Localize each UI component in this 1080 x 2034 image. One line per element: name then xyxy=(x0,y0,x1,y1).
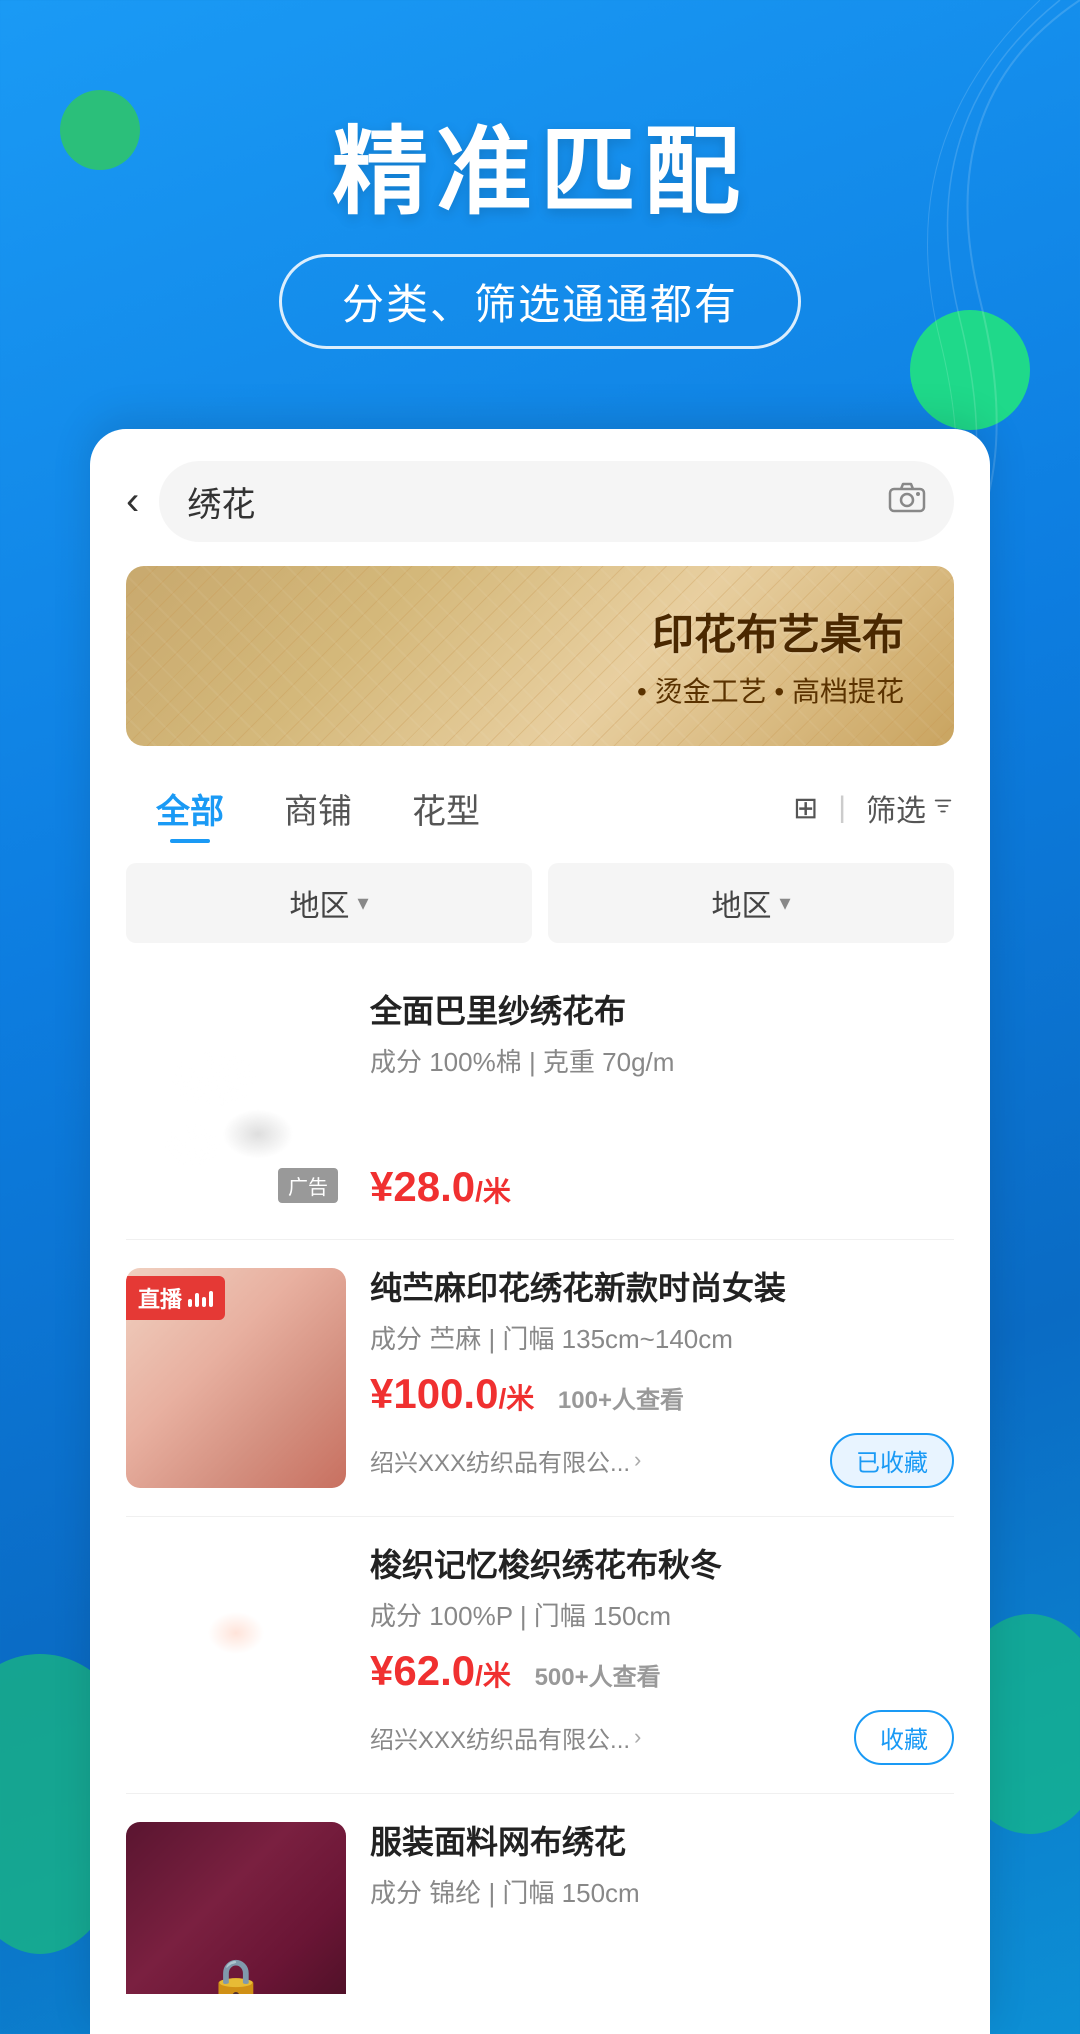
bar-2 xyxy=(195,1293,199,1307)
tab-shop[interactable]: 商铺 xyxy=(254,774,382,843)
product-info-4: 服装面料网布绣花 成分 锦纶 | 门幅 150cm ¥15.0/米 xyxy=(370,1822,954,1994)
tabs-right-controls: ⊞ | 筛选 xyxy=(793,786,954,830)
filter-button[interactable]: 筛选 xyxy=(866,786,954,830)
filter-icon xyxy=(932,791,954,825)
main-card: ‹ 绣花 印花布艺桌布 • 烫金工艺 • 高档提花 全部 商铺 xyxy=(90,429,990,2034)
promo-banner[interactable]: 印花布艺桌布 • 烫金工艺 • 高档提花 xyxy=(126,566,954,746)
product-info-1: 全面巴里纱绣花布 成分 100%棉 | 克重 70g/m ¥28.0/米 xyxy=(370,991,954,1211)
live-badge-2: 直播 xyxy=(126,1276,225,1320)
banner-title: 印花布艺桌布 xyxy=(637,601,904,662)
product-info-3: 梭织记忆梭织绣花布秋冬 成分 100%P | 门幅 150cm ¥62.0/米 … xyxy=(370,1545,954,1765)
tab-bar: 全部 商铺 花型 ⊞ | 筛选 xyxy=(90,774,990,863)
bar-4 xyxy=(209,1291,213,1307)
price-value-2: ¥100.0 xyxy=(370,1370,498,1417)
search-bar: ‹ 绣花 xyxy=(90,429,990,566)
region-filter-left[interactable]: 地区 ▾ xyxy=(126,863,532,943)
tab-pattern[interactable]: 花型 xyxy=(382,774,510,843)
product-name-2: 纯苎麻印花绣花新款时尚女装 xyxy=(370,1268,954,1310)
product-image-4[interactable]: 🔒 xyxy=(126,1822,346,1994)
live-text: 直播 xyxy=(138,1282,182,1314)
banner-subtitle: • 烫金工艺 • 高档提花 xyxy=(637,670,904,710)
shop-name-3[interactable]: 绍兴XXX纺织品有限公... › xyxy=(370,1720,641,1755)
product-name-1: 全面巴里纱绣花布 xyxy=(370,991,954,1033)
shop-arrow-3: › xyxy=(634,1724,641,1750)
product-item-1: 广告 全面巴里纱绣花布 成分 100%棉 | 克重 70g/m ¥28.0/米 xyxy=(126,963,954,1240)
back-button[interactable]: ‹ xyxy=(126,481,139,521)
camera-icon[interactable] xyxy=(888,480,926,523)
live-bars-icon xyxy=(188,1289,213,1307)
price-value-3: ¥62.0 xyxy=(370,1647,475,1694)
product-item-2: 直播 纯苎麻印花绣花新款时尚女装 成分 苎麻 | 门幅 135cm~140cm xyxy=(126,1240,954,1517)
price-value-1: ¥28.0 xyxy=(370,1163,475,1210)
product-price-3: ¥62.0/米 500+人查看 xyxy=(370,1647,954,1695)
product-views-3: 500+人查看 xyxy=(535,1664,661,1691)
region-filter-right[interactable]: 地区 ▾ xyxy=(548,863,954,943)
search-query: 绣花 xyxy=(187,477,872,526)
banner-text: 印花布艺桌布 • 烫金工艺 • 高档提花 xyxy=(637,601,904,710)
product-item-3: 梭织记忆梭织绣花布秋冬 成分 100%P | 门幅 150cm ¥62.0/米 … xyxy=(126,1517,954,1794)
product-footer-2: 绍兴XXX纺织品有限公... › 已收藏 xyxy=(370,1433,954,1488)
region-filter-bar: 地区 ▾ 地区 ▾ xyxy=(126,863,954,943)
dropdown-arrow-right: ▾ xyxy=(779,890,790,916)
hero-subtitle: 分类、筛选通通都有 xyxy=(279,254,801,349)
product-name-3: 梭织记忆梭织绣花布秋冬 xyxy=(370,1545,954,1587)
product-meta-3: 成分 100%P | 门幅 150cm xyxy=(370,1596,954,1633)
price-unit-3: /米 xyxy=(475,1660,511,1691)
bar-1 xyxy=(188,1299,192,1307)
search-input-wrap[interactable]: 绣花 xyxy=(159,461,954,542)
filter-label: 筛选 xyxy=(866,786,926,830)
shop-arrow-2: › xyxy=(634,1447,641,1473)
product-image-1[interactable]: 广告 xyxy=(126,991,346,1211)
bar-3 xyxy=(202,1297,206,1307)
product-meta-4: 成分 锦纶 | 门幅 150cm xyxy=(370,1873,954,1910)
dropdown-arrow-left: ▾ xyxy=(357,890,368,916)
collect-button-2[interactable]: 已收藏 xyxy=(830,1433,954,1488)
product-price-1: ¥28.0/米 xyxy=(370,1163,954,1211)
product-name-4: 服装面料网布绣花 xyxy=(370,1822,954,1864)
product-image-2[interactable]: 直播 xyxy=(126,1268,346,1488)
product-meta-1: 成分 100%棉 | 克重 70g/m xyxy=(370,1042,954,1079)
product-item-4: 🔒 服装面料网布绣花 成分 锦纶 | 门幅 150cm ¥15.0/米 xyxy=(126,1794,954,1994)
ad-badge-1: 广告 xyxy=(278,1168,338,1203)
product-views-2: 100+人查看 xyxy=(558,1387,684,1414)
hero-title: 精准匹配 xyxy=(0,120,1080,226)
product-meta-2: 成分 苎麻 | 门幅 135cm~140cm xyxy=(370,1319,954,1356)
hero-section: 精准匹配 分类、筛选通通都有 xyxy=(0,0,1080,349)
price-unit-1: /米 xyxy=(475,1176,511,1207)
tab-all[interactable]: 全部 xyxy=(126,774,254,843)
shop-name-2[interactable]: 绍兴XXX纺织品有限公... › xyxy=(370,1443,641,1478)
region-label-left: 地区 xyxy=(289,881,349,925)
product-footer-3: 绍兴XXX纺织品有限公... › 收藏 xyxy=(370,1710,954,1765)
product-info-2: 纯苎麻印花绣花新款时尚女装 成分 苎麻 | 门幅 135cm~140cm ¥10… xyxy=(370,1268,954,1488)
collect-button-3[interactable]: 收藏 xyxy=(854,1710,954,1765)
product-list: 广告 全面巴里纱绣花布 成分 100%棉 | 克重 70g/m ¥28.0/米 … xyxy=(90,963,990,1994)
lock-icon: 🔒 xyxy=(206,1955,266,1994)
tab-divider: | xyxy=(838,791,846,825)
grid-view-icon[interactable]: ⊞ xyxy=(793,791,818,826)
region-label-right: 地区 xyxy=(711,881,771,925)
product-price-2: ¥100.0/米 100+人查看 xyxy=(370,1370,954,1418)
product-image-3[interactable] xyxy=(126,1545,346,1765)
price-unit-2: /米 xyxy=(498,1383,534,1414)
